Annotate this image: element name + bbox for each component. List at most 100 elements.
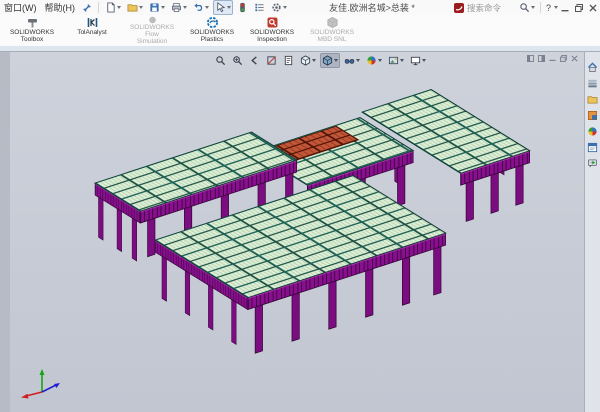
appearances-scenes-tab[interactable] bbox=[586, 124, 600, 138]
dropdown-caret bbox=[283, 6, 287, 9]
close-button[interactable] bbox=[586, 1, 600, 14]
pane-left-icon bbox=[527, 55, 534, 62]
save-button[interactable] bbox=[147, 0, 167, 15]
open-file-icon bbox=[127, 2, 138, 13]
addin-label: SOLIDWORKS bbox=[10, 29, 54, 36]
toolbar-separator bbox=[98, 2, 99, 13]
print-button[interactable] bbox=[169, 0, 189, 15]
menu-window[interactable]: 窗口(W) bbox=[0, 1, 41, 14]
annotation-view-button[interactable] bbox=[281, 53, 296, 68]
search-icon[interactable] bbox=[519, 2, 530, 13]
select-button[interactable] bbox=[213, 0, 233, 15]
addin-label: Flow bbox=[145, 31, 159, 38]
close-icon bbox=[589, 4, 597, 12]
dropdown-caret bbox=[205, 6, 209, 9]
addin-solidworks-inspection[interactable]: SOLIDWORKS Inspection bbox=[242, 15, 302, 45]
zoom-to-area-icon bbox=[232, 55, 243, 66]
solidworks-window: 窗口(W) 帮助(H) bbox=[0, 0, 600, 412]
addin-tolanalyst[interactable]: TolAnalyst bbox=[62, 15, 122, 45]
solidworks-resources-tab[interactable] bbox=[586, 60, 600, 74]
design-library-tab[interactable] bbox=[586, 76, 600, 90]
addin-solidworks-toolbox[interactable]: SOLIDWORKS Toolbox bbox=[2, 15, 62, 45]
hide-show-items-button[interactable] bbox=[342, 53, 362, 68]
print-icon bbox=[171, 2, 182, 13]
solidworks-forum-tab[interactable] bbox=[586, 156, 600, 170]
task-pane bbox=[584, 52, 600, 412]
custom-properties-icon bbox=[587, 142, 598, 153]
assembly-model[interactable] bbox=[10, 52, 584, 412]
addin-label: Simulation bbox=[137, 38, 167, 45]
addin-label: Inspection bbox=[257, 36, 287, 43]
appearance-sphere-icon bbox=[366, 55, 377, 66]
new-file-icon bbox=[105, 2, 116, 13]
addin-label: Toolbox bbox=[21, 36, 43, 43]
save-icon bbox=[149, 2, 160, 13]
feature-manager-collapsed-strip[interactable] bbox=[0, 52, 10, 412]
pin-menu-icon[interactable] bbox=[82, 3, 92, 13]
search-box[interactable]: 搜索命令 bbox=[454, 2, 535, 14]
plastics-icon bbox=[206, 16, 219, 29]
file-properties-button[interactable] bbox=[252, 0, 267, 15]
file-properties-icon bbox=[254, 2, 265, 13]
addin-label: SOLIDWORKS bbox=[130, 24, 174, 31]
pane-right-button[interactable] bbox=[536, 53, 547, 63]
minimize-button[interactable] bbox=[558, 1, 572, 14]
dropdown-caret bbox=[139, 6, 143, 9]
options-gear-icon bbox=[271, 2, 282, 13]
zoom-to-fit-icon bbox=[215, 55, 226, 66]
dropdown-caret bbox=[227, 6, 231, 9]
display-style-button[interactable] bbox=[320, 53, 340, 68]
dropdown-caret bbox=[161, 6, 165, 9]
apply-scene-button[interactable] bbox=[386, 53, 406, 68]
display-style-cube-icon bbox=[322, 55, 333, 66]
doc-minimize-button[interactable] bbox=[547, 53, 558, 63]
addin-solidworks-mbd[interactable]: SOLIDWORKS MBD SNL bbox=[302, 15, 362, 45]
dropdown-caret bbox=[312, 59, 316, 62]
design-library-icon bbox=[587, 78, 598, 89]
section-view-button[interactable] bbox=[264, 53, 279, 68]
addin-label: SOLIDWORKS bbox=[190, 29, 234, 36]
restore-button[interactable] bbox=[572, 1, 586, 14]
custom-properties-tab[interactable] bbox=[586, 140, 600, 154]
dropdown-caret bbox=[400, 59, 404, 62]
undo-button[interactable] bbox=[191, 0, 211, 15]
undo-icon bbox=[193, 2, 204, 13]
zoom-to-fit-button[interactable] bbox=[213, 53, 228, 68]
pane-left-button[interactable] bbox=[525, 53, 536, 63]
dropdown-caret bbox=[117, 6, 121, 9]
folder-icon bbox=[587, 94, 598, 105]
view-orientation-button[interactable] bbox=[298, 53, 318, 68]
open-file-button[interactable] bbox=[125, 0, 145, 15]
menu-help[interactable]: 帮助(H) bbox=[41, 1, 80, 14]
help-button[interactable]: ? bbox=[544, 3, 553, 13]
addin-flow-simulation[interactable]: SOLIDWORKS Flow Simulation bbox=[122, 15, 182, 45]
doc-close-icon bbox=[571, 55, 578, 62]
addin-label: Plastics bbox=[201, 36, 223, 43]
zoom-to-area-button[interactable] bbox=[230, 53, 245, 68]
hide-show-glasses-icon bbox=[344, 55, 355, 66]
search-input[interactable]: 搜索命令 bbox=[467, 2, 519, 14]
flow-simulation-icon bbox=[146, 16, 159, 24]
heads-up-view-toolbar bbox=[212, 53, 429, 67]
new-file-button[interactable] bbox=[103, 0, 123, 15]
view-palette-icon bbox=[587, 110, 598, 121]
doc-restore-button[interactable] bbox=[558, 53, 569, 63]
addin-label: MBD SNL bbox=[318, 36, 347, 43]
rebuild-button[interactable] bbox=[235, 0, 250, 15]
view-palette-tab[interactable] bbox=[586, 108, 600, 122]
view-settings-button[interactable] bbox=[408, 53, 428, 68]
previous-view-button[interactable] bbox=[247, 53, 262, 68]
dropdown-caret bbox=[356, 59, 360, 62]
search-options-caret[interactable] bbox=[531, 6, 535, 9]
addin-solidworks-plastics[interactable]: SOLIDWORKS Plastics bbox=[182, 15, 242, 45]
window-controls bbox=[558, 1, 600, 14]
file-explorer-tab[interactable] bbox=[586, 92, 600, 106]
dropdown-caret bbox=[183, 6, 187, 9]
edit-appearance-button[interactable] bbox=[364, 53, 384, 68]
doc-close-button[interactable] bbox=[569, 53, 580, 63]
pane-right-icon bbox=[538, 55, 545, 62]
view-orientation-cube-icon bbox=[300, 55, 311, 66]
options-button[interactable] bbox=[269, 0, 289, 15]
apply-scene-icon bbox=[388, 55, 399, 66]
graphics-viewport[interactable] bbox=[10, 52, 584, 412]
